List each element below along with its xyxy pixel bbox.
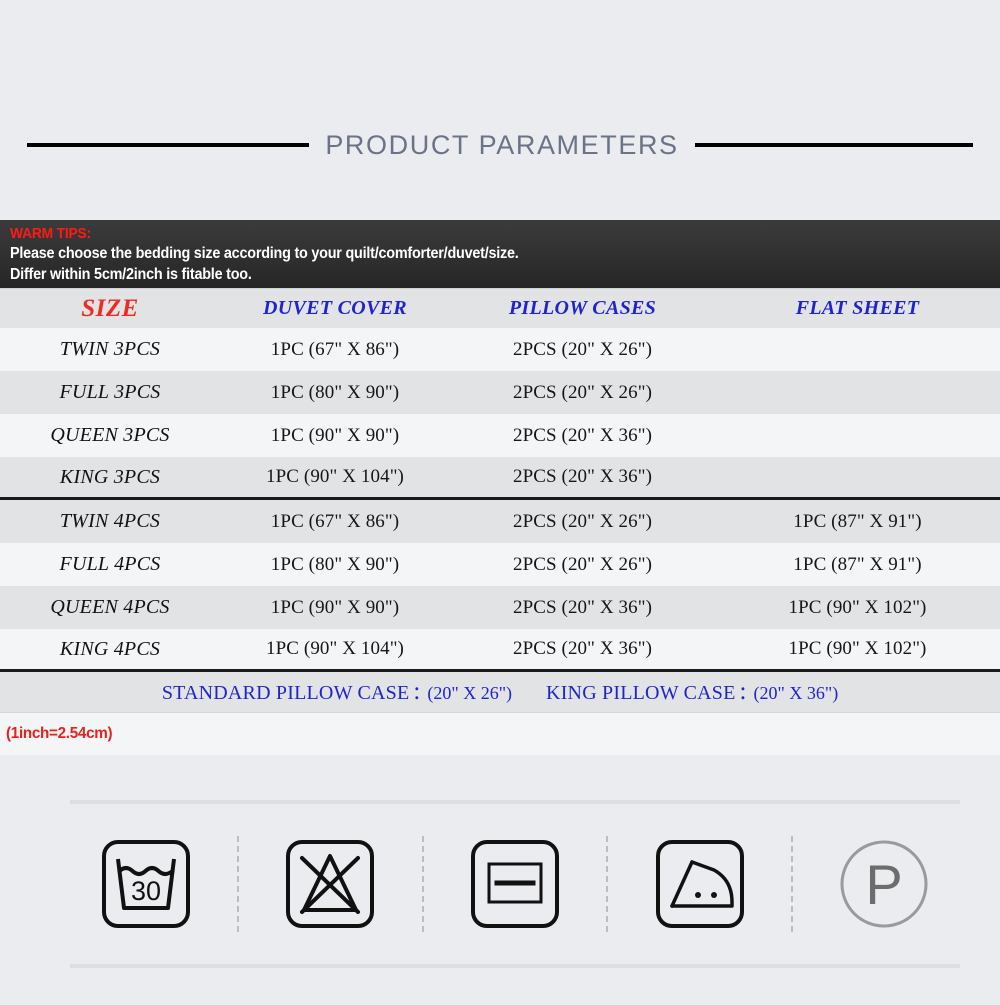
standard-pillow-case-colon: :	[413, 678, 421, 705]
cell-duvet: 1PC (80" X 90")	[270, 381, 400, 403]
cell-pillow: 2PCS (20" X 36")	[512, 424, 653, 446]
cell-duvet: 1PC (80" X 90")	[270, 553, 400, 575]
column-header-flat: FLAT SHEET	[795, 297, 920, 319]
wash-temperature-label: 30	[131, 876, 161, 906]
cell-pillow: 2PCS (20" X 36")	[512, 466, 653, 487]
king-pillow-case-group: KING PILLOW CASE : (20" X 36")	[546, 679, 838, 705]
standard-pillow-case-dimension: (20" X 26")	[427, 683, 513, 703]
king-pillow-case-label: KING PILLOW CASE	[546, 682, 736, 704]
cell-flat: 1PC (87" X 91")	[793, 553, 922, 575]
warm-tips-banner: WARM TIPS: Please choose the bedding siz…	[0, 220, 1000, 288]
cell-duvet: 1PC (90" X 90")	[270, 596, 400, 618]
care-divider	[790, 836, 793, 932]
do-not-bleach-icon	[270, 829, 390, 939]
size-table: SIZE DUVET COVER PILLOW CASES FLAT SHEET…	[0, 288, 1000, 755]
dry-clean-p-icon: P	[824, 829, 944, 939]
pillow-case-footer-row: STANDARD PILLOW CASE : (20" X 26") KING …	[0, 672, 1000, 713]
cell-size: FULL 4PCS	[59, 553, 161, 575]
cell-duvet: 1PC (67" X 86")	[270, 510, 400, 532]
cell-flat: 1PC (90" X 102")	[788, 596, 927, 618]
cell-size: TWIN 4PCS	[59, 510, 161, 532]
table-header-row: SIZE DUVET COVER PILLOW CASES FLAT SHEET	[0, 288, 1000, 328]
page-title-block: PRODUCT PARAMETERS	[0, 120, 1000, 170]
warm-tips-heading: WARM TIPS:	[10, 225, 91, 242]
cell-pillow: 2PCS (20" X 36")	[512, 638, 653, 659]
cell-pillow: 2PCS (20" X 26")	[512, 338, 653, 360]
table-row: KING 4PCS 1PC (90" X 104") 2PCS (20" X 3…	[0, 629, 1000, 672]
iron-two-dots-icon	[640, 829, 760, 939]
title-rule-right	[694, 143, 973, 147]
table-row: FULL 3PCS 1PC (80" X 90") 2PCS (20" X 26…	[0, 371, 1000, 414]
cell-duvet: 1PC (90" X 90")	[270, 424, 400, 446]
column-header-duvet: DUVET COVER	[263, 297, 407, 319]
care-divider	[606, 836, 609, 932]
page-title: PRODUCT PARAMETERS	[325, 129, 679, 160]
king-pillow-case-dimension: (20" X 36")	[753, 683, 839, 703]
cell-pillow: 2PCS (20" X 26")	[512, 553, 653, 575]
table-row: QUEEN 3PCS 1PC (90" X 90") 2PCS (20" X 3…	[0, 414, 1000, 457]
standard-pillow-case-label: STANDARD PILLOW CASE	[161, 682, 410, 704]
inch-conversion-note: (1inch=2.54cm)	[6, 725, 113, 742]
column-header-size: SIZE	[81, 294, 139, 322]
table-row: KING 3PCS 1PC (90" X 104") 2PCS (20" X 3…	[0, 457, 1000, 500]
cell-flat: 1PC (87" X 91")	[793, 510, 922, 532]
cell-size: FULL 3PCS	[59, 381, 161, 403]
cell-duvet: 1PC (90" X 104")	[266, 466, 404, 487]
cell-flat: 1PC (90" X 102")	[788, 638, 927, 659]
dry-flat-icon	[455, 829, 575, 939]
cell-size: TWIN 3PCS	[59, 338, 161, 360]
wash-30-icon: 30	[86, 829, 206, 939]
care-divider	[421, 836, 424, 932]
standard-pillow-case-group: STANDARD PILLOW CASE : (20" X 26")	[162, 679, 512, 705]
cell-duvet: 1PC (67" X 86")	[270, 338, 400, 360]
care-symbols-panel: 30 P	[70, 800, 960, 968]
dry-clean-letter-label: P	[866, 853, 903, 916]
title-rule-left	[27, 143, 310, 147]
cell-size: QUEEN 3PCS	[50, 424, 170, 446]
column-header-pillow: PILLOW CASES	[508, 297, 657, 319]
table-row: FULL 4PCS 1PC (80" X 90") 2PCS (20" X 26…	[0, 543, 1000, 586]
cell-size: KING 4PCS	[59, 637, 161, 660]
care-divider	[236, 836, 239, 932]
cell-pillow: 2PCS (20" X 26")	[512, 510, 653, 532]
table-row: TWIN 4PCS 1PC (67" X 86") 2PCS (20" X 26…	[0, 500, 1000, 543]
table-row: QUEEN 4PCS 1PC (90" X 90") 2PCS (20" X 3…	[0, 586, 1000, 629]
cell-pillow: 2PCS (20" X 26")	[512, 381, 653, 403]
table-row: TWIN 3PCS 1PC (67" X 86") 2PCS (20" X 26…	[0, 328, 1000, 371]
inch-conversion-row: (1inch=2.54cm)	[0, 713, 1000, 755]
cell-size: KING 3PCS	[59, 465, 161, 488]
king-pillow-case-colon: :	[739, 678, 747, 705]
cell-pillow: 2PCS (20" X 36")	[512, 596, 653, 618]
warm-tips-line-2: Differ within 5cm/2inch is fitable too.	[10, 266, 252, 283]
cell-duvet: 1PC (90" X 104")	[266, 638, 404, 659]
warm-tips-line-1: Please choose the bedding size according…	[10, 245, 519, 262]
cell-size: QUEEN 4PCS	[50, 596, 170, 618]
